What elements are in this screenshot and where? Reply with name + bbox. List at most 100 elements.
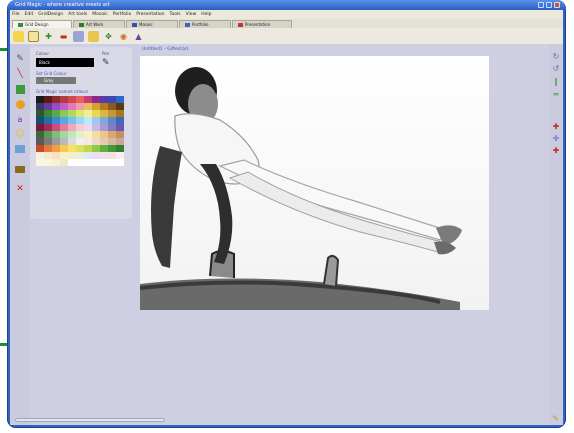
colour-swatch[interactable]: [92, 131, 100, 138]
colour-swatch[interactable]: [76, 131, 84, 138]
save-icon[interactable]: ✚: [43, 31, 54, 42]
colour-swatch[interactable]: [100, 145, 108, 152]
menu-art-tools[interactable]: Art tools: [68, 12, 87, 17]
close-button[interactable]: [554, 2, 560, 8]
colour-swatch[interactable]: [108, 145, 116, 152]
colour-swatch[interactable]: [76, 96, 84, 103]
zoom-out-icon[interactable]: ✚: [551, 146, 561, 155]
new-icon[interactable]: [13, 30, 24, 42]
menu-griddesign[interactable]: GridDesign: [38, 12, 63, 17]
colour-swatch[interactable]: [44, 159, 52, 166]
colour-swatch[interactable]: [52, 124, 60, 131]
colour-swatch[interactable]: [84, 131, 92, 138]
colour-swatch[interactable]: [108, 103, 116, 110]
canvas-image[interactable]: [140, 56, 489, 310]
colour-swatch[interactable]: [44, 124, 52, 131]
colour-swatch[interactable]: [76, 145, 84, 152]
colour-swatch[interactable]: [52, 110, 60, 117]
colour-swatch[interactable]: [92, 124, 100, 131]
colour-swatch[interactable]: [108, 96, 116, 103]
target-icon[interactable]: ◉: [118, 31, 129, 42]
smiley-icon[interactable]: ☺: [14, 129, 26, 139]
colour-swatch[interactable]: [108, 110, 116, 117]
colour-swatch[interactable]: [116, 117, 124, 124]
menu-help[interactable]: Help: [201, 12, 211, 17]
colour-swatch[interactable]: [52, 159, 60, 166]
colour-swatch[interactable]: [60, 138, 68, 145]
colour-swatch[interactable]: [92, 117, 100, 124]
colour-swatch[interactable]: [84, 159, 92, 166]
pencil-icon[interactable]: ✎: [14, 54, 26, 64]
menu-mosaic[interactable]: Mosaic: [92, 12, 107, 17]
colour-swatch[interactable]: [108, 152, 116, 159]
colour-field[interactable]: Black: [36, 58, 94, 67]
colour-swatch[interactable]: [92, 152, 100, 159]
colour-swatch[interactable]: [52, 138, 60, 145]
colour-swatch[interactable]: [68, 110, 76, 117]
image-icon[interactable]: [88, 30, 99, 42]
colour-swatch[interactable]: [116, 152, 124, 159]
colour-swatch[interactable]: [100, 103, 108, 110]
menu-portfolio[interactable]: Portfolio: [113, 12, 132, 17]
colour-swatch[interactable]: [44, 138, 52, 145]
tab-portfolio[interactable]: Portfolio: [179, 20, 231, 28]
colour-swatch[interactable]: [84, 96, 92, 103]
horizontal-scrollbar[interactable]: [15, 418, 165, 422]
flip-horizontal-icon[interactable]: ═: [551, 90, 561, 99]
grid-colour-field[interactable]: Grey: [36, 77, 76, 84]
colour-swatch[interactable]: [92, 145, 100, 152]
cone-icon[interactable]: ▲: [133, 31, 144, 42]
colour-swatch[interactable]: [36, 96, 44, 103]
colour-swatch[interactable]: [44, 110, 52, 117]
colour-swatch[interactable]: [44, 103, 52, 110]
colour-swatch[interactable]: [76, 138, 84, 145]
frame-icon[interactable]: [14, 164, 26, 174]
colour-swatch[interactable]: [76, 159, 84, 166]
tab-mosaic[interactable]: Mosaic: [126, 20, 178, 28]
colour-swatch[interactable]: [100, 117, 108, 124]
colour-swatch[interactable]: [60, 124, 68, 131]
colour-swatch[interactable]: [116, 103, 124, 110]
colour-swatch[interactable]: [92, 138, 100, 145]
colour-swatch[interactable]: [108, 131, 116, 138]
rotate-right-icon[interactable]: ↻: [551, 52, 561, 61]
colour-swatch[interactable]: [76, 152, 84, 159]
menu-presentation[interactable]: Presentation: [136, 12, 164, 17]
move-icon[interactable]: ✛: [551, 134, 561, 143]
colour-swatch[interactable]: [84, 117, 92, 124]
menu-view[interactable]: View: [186, 12, 197, 17]
flip-vertical-icon[interactable]: ‖: [551, 77, 561, 86]
colour-swatch[interactable]: [68, 138, 76, 145]
colour-swatch[interactable]: [36, 138, 44, 145]
colour-swatch[interactable]: [44, 117, 52, 124]
colour-swatch[interactable]: [92, 103, 100, 110]
colour-swatch[interactable]: [52, 96, 60, 103]
colour-swatch[interactable]: [76, 110, 84, 117]
colour-swatch[interactable]: [44, 152, 52, 159]
colour-swatch[interactable]: [68, 96, 76, 103]
colour-swatch[interactable]: [52, 117, 60, 124]
colour-swatch[interactable]: [36, 131, 44, 138]
colour-swatch[interactable]: [36, 159, 44, 166]
colour-swatch[interactable]: [100, 124, 108, 131]
colour-swatch[interactable]: [84, 145, 92, 152]
colour-swatch[interactable]: [100, 131, 108, 138]
text-icon[interactable]: a: [14, 114, 26, 124]
colour-swatch[interactable]: [76, 117, 84, 124]
rotate-left-icon[interactable]: ↺: [551, 64, 561, 73]
circle-icon[interactable]: [14, 99, 26, 109]
colour-swatch[interactable]: [108, 138, 116, 145]
colour-swatch[interactable]: [36, 145, 44, 152]
colour-swatch[interactable]: [68, 159, 76, 166]
colour-swatch[interactable]: [60, 96, 68, 103]
colour-swatch[interactable]: [68, 103, 76, 110]
maximize-button[interactable]: [546, 2, 552, 8]
colour-swatch[interactable]: [76, 124, 84, 131]
colour-swatch[interactable]: [52, 145, 60, 152]
colour-swatch[interactable]: [116, 159, 124, 166]
minimize-button[interactable]: [538, 2, 544, 8]
colour-swatch[interactable]: [60, 152, 68, 159]
colour-swatch[interactable]: [116, 138, 124, 145]
grid-icon[interactable]: [73, 30, 84, 42]
colour-swatch[interactable]: [52, 131, 60, 138]
